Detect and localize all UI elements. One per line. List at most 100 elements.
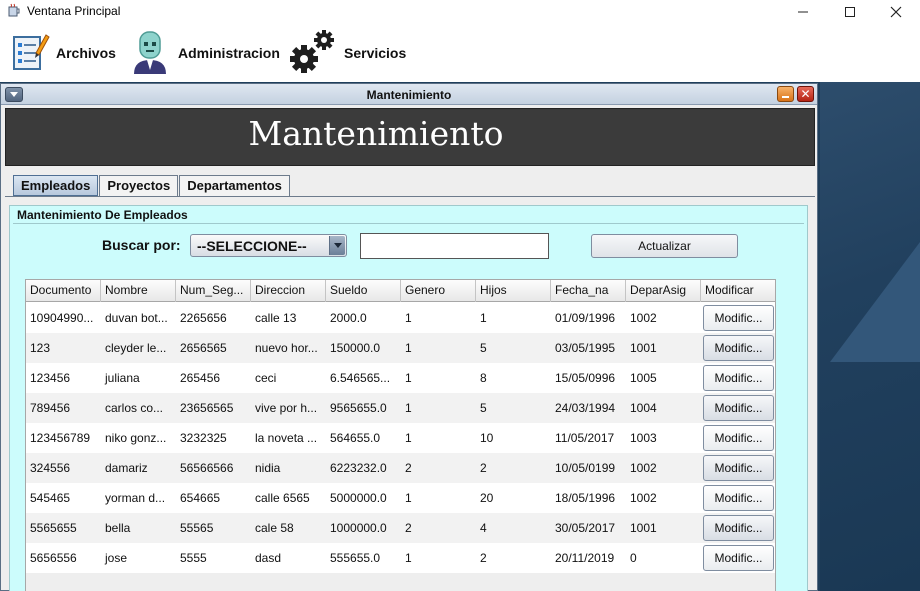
chevron-down-icon[interactable] (329, 236, 345, 255)
table-cell[interactable]: 2 (476, 543, 551, 573)
table-cell[interactable]: 1004 (626, 393, 701, 423)
actualizar-button[interactable]: Actualizar (591, 234, 738, 258)
table-cell[interactable]: 1002 (626, 303, 701, 333)
table-cell[interactable]: 5555 (176, 543, 251, 573)
table-cell[interactable]: 4 (476, 513, 551, 543)
table-cell[interactable]: dasd (251, 543, 326, 573)
table-cell[interactable]: duvan bot... (101, 303, 176, 333)
menu-archivos[interactable]: Archivos (12, 24, 116, 82)
table-cell[interactable]: la noveta ... (251, 423, 326, 453)
table-cell[interactable]: damariz (101, 453, 176, 483)
column-header-direccion[interactable]: Direccion (251, 280, 326, 302)
column-header-deparasig[interactable]: DeparAsig (626, 280, 701, 302)
table-cell[interactable]: 123 (26, 333, 101, 363)
table-cell[interactable]: 15/05/0996 (551, 363, 626, 393)
table-cell[interactable]: 20 (476, 483, 551, 513)
table-row[interactable]: 789456 carlos co... 23656565 vive por h... 9… (26, 393, 775, 423)
table-cell[interactable]: 545465 (26, 483, 101, 513)
table-cell[interactable]: cale 58 (251, 513, 326, 543)
table-cell[interactable]: 1 (476, 303, 551, 333)
table-cell[interactable]: 5000000.0 (326, 483, 401, 513)
table-cell[interactable]: calle 13 (251, 303, 326, 333)
table-cell[interactable]: nuevo hor... (251, 333, 326, 363)
modificar-button[interactable]: Modific... (703, 335, 774, 361)
table-cell[interactable]: juliana (101, 363, 176, 393)
table-cell[interactable]: 5 (476, 333, 551, 363)
modificar-button[interactable]: Modific... (703, 305, 774, 331)
table-cell[interactable]: vive por h... (251, 393, 326, 423)
table-row[interactable]: 123456 juliana 265456 ceci 6.546565... 1 8 15/0… (26, 363, 775, 393)
table-cell[interactable]: 2656565 (176, 333, 251, 363)
table-cell[interactable]: 1001 (626, 513, 701, 543)
table-cell[interactable]: 2000.0 (326, 303, 401, 333)
table-cell[interactable]: cleyder le... (101, 333, 176, 363)
table-cell[interactable]: 1003 (626, 423, 701, 453)
modificar-button[interactable]: Modific... (703, 515, 774, 541)
table-row[interactable]: 5656556 jose 5555 dasd 555655.0 1 2 20/11/2019 0… (26, 543, 775, 573)
table-cell[interactable]: 1002 (626, 483, 701, 513)
table-cell[interactable]: yorman d... (101, 483, 176, 513)
column-header-genero[interactable]: Genero (401, 280, 476, 302)
table-cell[interactable]: 5656556 (26, 543, 101, 573)
table-cell[interactable]: carlos co... (101, 393, 176, 423)
column-header-sueldo[interactable]: Sueldo (326, 280, 401, 302)
table-cell[interactable]: 1 (401, 423, 476, 453)
table-cell[interactable]: ceci (251, 363, 326, 393)
table-cell[interactable]: 1 (401, 303, 476, 333)
table-row[interactable]: 324556 damariz 56566566 nidia 6223232.0 2 2 10/… (26, 453, 775, 483)
modificar-button[interactable]: Modific... (703, 485, 774, 511)
column-header-documento[interactable]: Documento (26, 280, 101, 302)
column-header-nombre[interactable]: Nombre (101, 280, 176, 302)
table-cell[interactable]: 03/05/1995 (551, 333, 626, 363)
table-cell[interactable]: 2265656 (176, 303, 251, 333)
table-row[interactable]: 5565655 bella 55565 cale 58 1000000.0 2 4 30/05… (26, 513, 775, 543)
table-cell[interactable]: 1 (401, 333, 476, 363)
table-cell[interactable]: 23656565 (176, 393, 251, 423)
table-cell[interactable]: 11/05/2017 (551, 423, 626, 453)
minimize-window-button[interactable] (780, 0, 826, 24)
table-cell[interactable]: 2 (476, 453, 551, 483)
search-by-select[interactable]: --SELECCIONE-- (190, 234, 347, 257)
table-cell[interactable]: 56566566 (176, 453, 251, 483)
column-header-hijos[interactable]: Hijos (476, 280, 551, 302)
table-row[interactable]: 10904990... duvan bot... 2265656 calle 13 20… (26, 303, 775, 333)
modificar-button[interactable]: Modific... (703, 365, 774, 391)
modificar-button[interactable]: Modific... (703, 455, 774, 481)
table-cell[interactable]: 564655.0 (326, 423, 401, 453)
table-cell[interactable]: 1002 (626, 453, 701, 483)
table-cell[interactable]: 6.546565... (326, 363, 401, 393)
table-cell[interactable]: 123456789 (26, 423, 101, 453)
table-cell[interactable]: 1 (401, 393, 476, 423)
table-cell[interactable]: 123456 (26, 363, 101, 393)
table-cell[interactable]: 0 (626, 543, 701, 573)
modificar-button[interactable]: Modific... (703, 425, 774, 451)
table-cell[interactable]: niko gonz... (101, 423, 176, 453)
table-cell[interactable]: bella (101, 513, 176, 543)
frame-close-button[interactable]: ✕ (797, 86, 814, 102)
menu-servicios[interactable]: Servicios (288, 24, 406, 82)
table-cell[interactable]: 55565 (176, 513, 251, 543)
table-row[interactable]: 123 cleyder le... 2656565 nuevo hor... 15000… (26, 333, 775, 363)
tab-proyectos[interactable]: Proyectos (99, 175, 179, 196)
table-cell[interactable]: 789456 (26, 393, 101, 423)
table-cell[interactable]: 10/05/0199 (551, 453, 626, 483)
table-cell[interactable]: 2 (401, 513, 476, 543)
column-header-modificar[interactable]: Modificar (701, 280, 775, 302)
table-row[interactable]: 545465 yorman d... 654665 calle 6565 5000000… (26, 483, 775, 513)
table-row[interactable]: 123456789 niko gonz... 3232325 la noveta ..… (26, 423, 775, 453)
table-cell[interactable]: 20/11/2019 (551, 543, 626, 573)
tab-departamentos[interactable]: Departamentos (179, 175, 290, 196)
table-cell[interactable]: 1 (401, 483, 476, 513)
modificar-button[interactable]: Modific... (703, 395, 774, 421)
internal-frame-title-bar[interactable]: Mantenimiento ✕ (1, 84, 817, 105)
column-header-num-seg[interactable]: Num_Seg... (176, 280, 251, 302)
table-cell[interactable]: 555655.0 (326, 543, 401, 573)
table-cell[interactable]: 324556 (26, 453, 101, 483)
table-cell[interactable]: 18/05/1996 (551, 483, 626, 513)
table-cell[interactable]: 01/09/1996 (551, 303, 626, 333)
table-cell[interactable]: 5 (476, 393, 551, 423)
table-cell[interactable]: 10904990... (26, 303, 101, 333)
frame-minimize-button[interactable] (777, 86, 794, 102)
table-cell[interactable]: 1000000.0 (326, 513, 401, 543)
table-cell[interactable]: 1 (401, 363, 476, 393)
